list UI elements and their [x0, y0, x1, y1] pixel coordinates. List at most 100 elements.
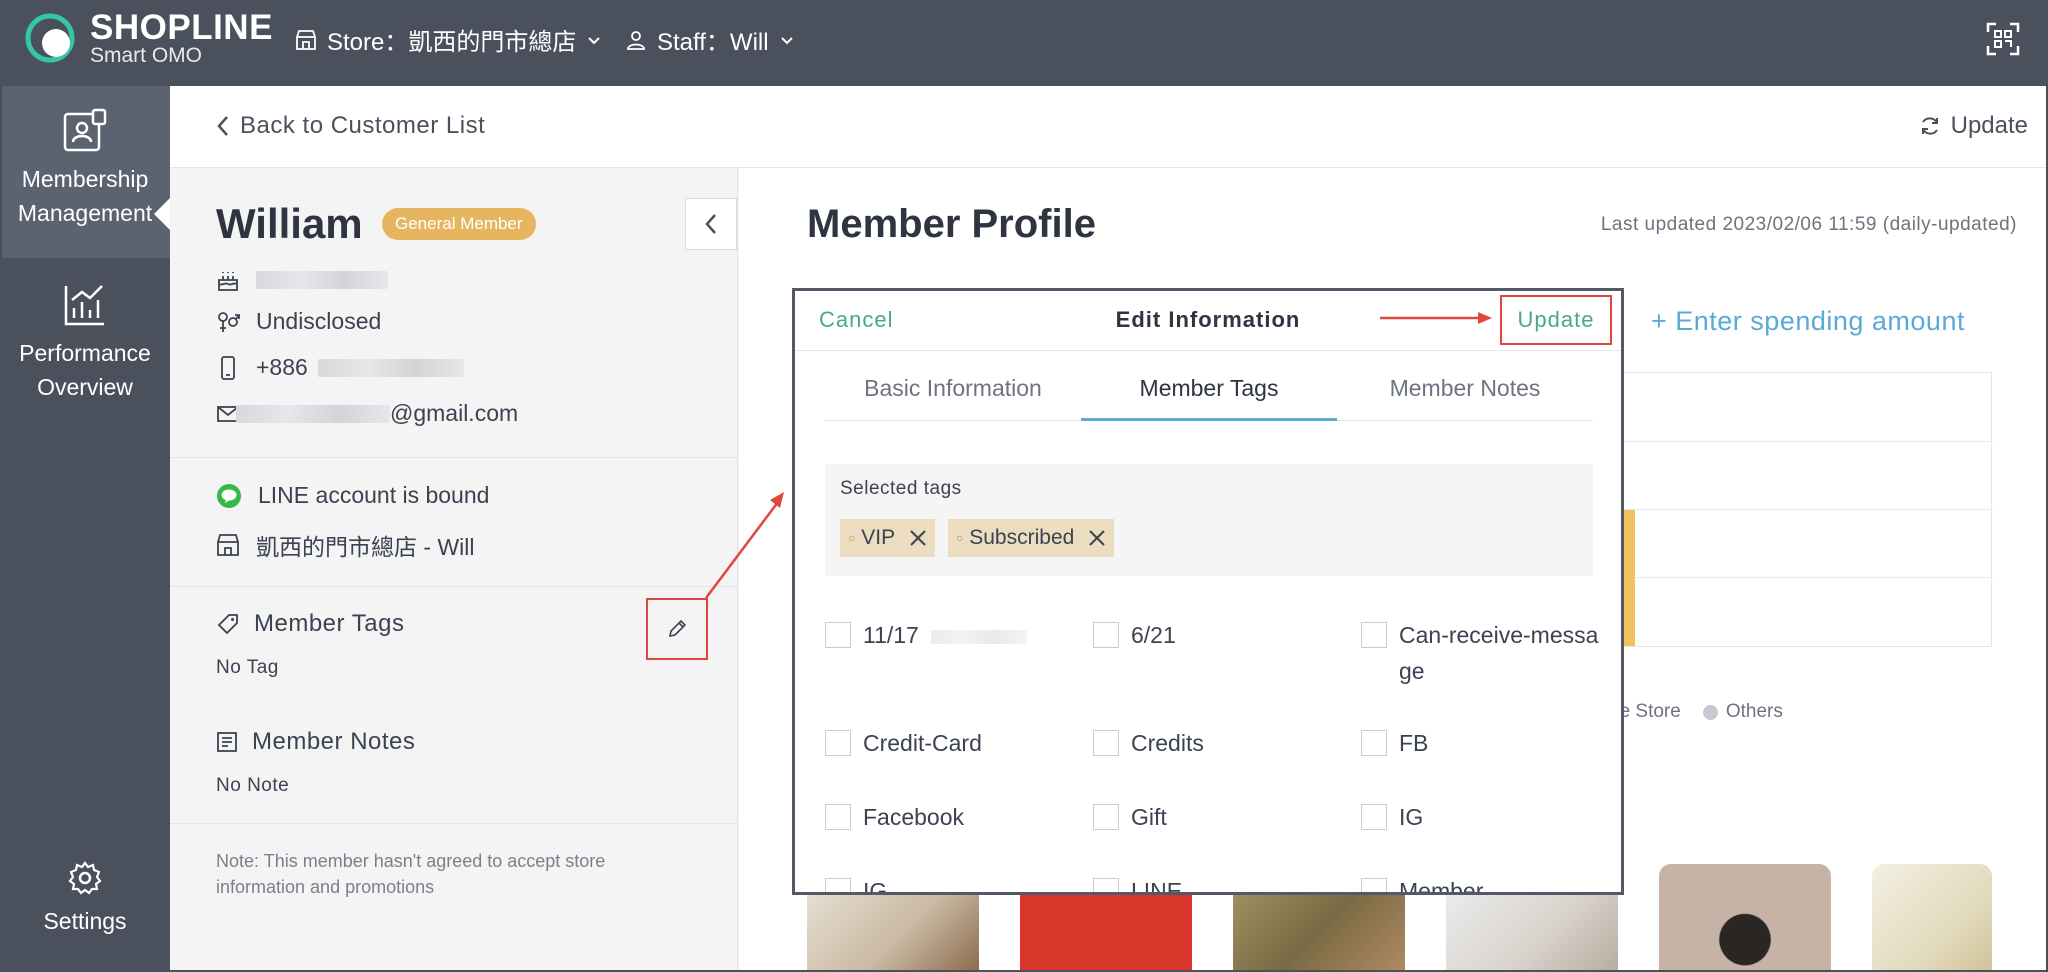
- store-staff-row: 凱西的門市總店 - Will: [216, 528, 474, 562]
- tab-member-notes[interactable]: Member Notes: [1337, 375, 1593, 402]
- tag-checkbox[interactable]: [825, 622, 851, 648]
- store-icon: [296, 29, 316, 50]
- phone-row: +886: [216, 354, 464, 381]
- nav-settings-label: Settings: [43, 908, 127, 934]
- legend-dot-others: [1702, 704, 1718, 720]
- tag-option[interactable]: IG: [825, 873, 887, 892]
- header-update-button[interactable]: Update: [1919, 112, 2028, 140]
- email-domain: @gmail.com: [390, 400, 519, 426]
- tag-option-label: LINE: [1131, 878, 1183, 895]
- nav-performance-line1: Performance: [19, 340, 151, 366]
- tag-checkbox[interactable]: [1361, 622, 1387, 648]
- tag-option-label: Facebook: [863, 804, 965, 830]
- tag-icon: [217, 614, 238, 635]
- tag-label-redacted: [930, 630, 1027, 644]
- email-row: @gmail.com: [216, 400, 518, 427]
- gear-icon: [68, 861, 102, 895]
- tag-checkbox[interactable]: [825, 878, 851, 892]
- line-app-icon: [217, 483, 241, 508]
- scan-qr-icon[interactable]: [1986, 22, 2020, 56]
- tag-checkbox[interactable]: [1093, 804, 1119, 830]
- selected-tag-label: VIP: [861, 526, 896, 549]
- selected-tag-chip: ○ VIP: [840, 519, 936, 557]
- nav-active-indicator: [154, 198, 170, 230]
- staff-selector-label: Staff：Will: [657, 29, 769, 56]
- tag-checkbox[interactable]: [825, 730, 851, 756]
- tag-checkbox[interactable]: [1093, 730, 1119, 756]
- tag-option[interactable]: Facebook: [825, 799, 964, 835]
- tab-member-tags[interactable]: Member Tags: [1081, 375, 1337, 402]
- close-icon[interactable]: [909, 529, 927, 547]
- nav-settings[interactable]: Settings: [0, 860, 170, 938]
- tag-dot-icon: ○: [848, 531, 856, 545]
- divider: [170, 457, 738, 458]
- tag-option-label: Member: [1399, 878, 1484, 895]
- header-update-label: Update: [1950, 112, 2028, 139]
- tag-option-label: FB: [1399, 730, 1429, 756]
- phone-redacted: [317, 358, 464, 377]
- enter-spending-amount-link[interactable]: + Enter spending amount: [1651, 306, 1965, 337]
- person-icon: [627, 30, 645, 50]
- tag-checkbox[interactable]: [825, 804, 851, 830]
- nav-performance-overview[interactable]: Performance Overview: [0, 282, 170, 404]
- modal-update-button[interactable]: Update: [1500, 295, 1612, 345]
- staff-selector[interactable]: Staff：Will: [625, 22, 795, 57]
- tag-option[interactable]: IG: [1361, 799, 1423, 835]
- line-status-text: LINE account is bound: [258, 482, 490, 508]
- legend-item-others: Others: [1725, 701, 1783, 722]
- membership-badge: General Member: [382, 208, 536, 240]
- brand-name: SHOPLINE: [90, 8, 273, 47]
- chevron-down-icon: [588, 36, 601, 44]
- tag-option[interactable]: 6/21: [1093, 617, 1176, 653]
- shopline-logo-icon: [25, 13, 75, 63]
- chevron-down-icon: [780, 36, 793, 44]
- consent-note: Note: This member hasn't agreed to accep…: [216, 851, 606, 897]
- back-to-customer-list-link[interactable]: Back to Customer List: [216, 112, 485, 140]
- back-link-label: Back to Customer List: [240, 112, 486, 139]
- tab-basic-information[interactable]: Basic Information: [825, 375, 1081, 402]
- page-title: Member Profile: [807, 202, 1096, 246]
- nav-membership-line1: Membership: [21, 166, 149, 192]
- selected-tag-chip: ○ Subscribed: [948, 519, 1115, 557]
- chart-icon: [64, 285, 104, 326]
- chevron-left-icon: [217, 116, 228, 136]
- store-selector[interactable]: Store：凱西的門市總店: [295, 22, 602, 57]
- modal-title: Edit Information: [1115, 307, 1301, 332]
- tag-option[interactable]: 11/17: [825, 617, 1027, 653]
- edit-tags-button[interactable]: [646, 598, 708, 660]
- tag-checkbox[interactable]: [1361, 804, 1387, 830]
- tag-option[interactable]: Credits: [1093, 725, 1204, 761]
- tag-option[interactable]: FB: [1361, 725, 1428, 761]
- tag-option-label: Gift: [1131, 804, 1167, 830]
- tag-checkbox[interactable]: [1093, 878, 1119, 892]
- tag-option-label: IG: [1399, 804, 1424, 830]
- tag-option[interactable]: LINE: [1093, 873, 1183, 895]
- member-notes-value: No Note: [216, 775, 290, 796]
- member-tags-title: Member Tags: [254, 610, 405, 637]
- product-thumbnail[interactable]: [1872, 864, 1992, 972]
- pencil-icon: [668, 619, 687, 638]
- tag-option-label: Credit-Card: [863, 730, 982, 756]
- member-notes-title: Member Notes: [252, 728, 416, 755]
- tag-option[interactable]: Credit-Card: [825, 725, 982, 761]
- store-staff-text: 凱西的門市總店 - Will: [256, 534, 475, 560]
- tag-checkbox[interactable]: [1093, 622, 1119, 648]
- nav-membership-management[interactable]: Membership Management: [0, 86, 170, 258]
- last-updated-text: Last updated 2023/02/06 11:59 (daily-upd…: [1600, 214, 2017, 235]
- tag-dot-icon: ○: [956, 531, 964, 545]
- tag-checkbox[interactable]: [1361, 730, 1387, 756]
- tag-option[interactable]: Gift: [1093, 799, 1167, 835]
- gender-value: Undisclosed: [256, 308, 382, 334]
- left-nav: Membership Management Performance Overvi…: [0, 86, 170, 972]
- tag-checkbox[interactable]: [1361, 878, 1387, 892]
- tag-option[interactable]: Member: [1361, 873, 1484, 895]
- gender-row: Undisclosed: [216, 308, 381, 335]
- close-icon[interactable]: [1088, 529, 1106, 547]
- note-icon: [217, 732, 237, 752]
- collapse-panel-button[interactable]: [685, 198, 737, 250]
- modal-header: Cancel Edit Information Update: [795, 291, 1621, 351]
- birthday-redacted: [256, 271, 388, 289]
- selected-tags-label: Selected tags: [840, 478, 962, 499]
- product-thumbnail[interactable]: [1659, 864, 1831, 972]
- tag-option[interactable]: Can-receive-message: [1361, 617, 1601, 689]
